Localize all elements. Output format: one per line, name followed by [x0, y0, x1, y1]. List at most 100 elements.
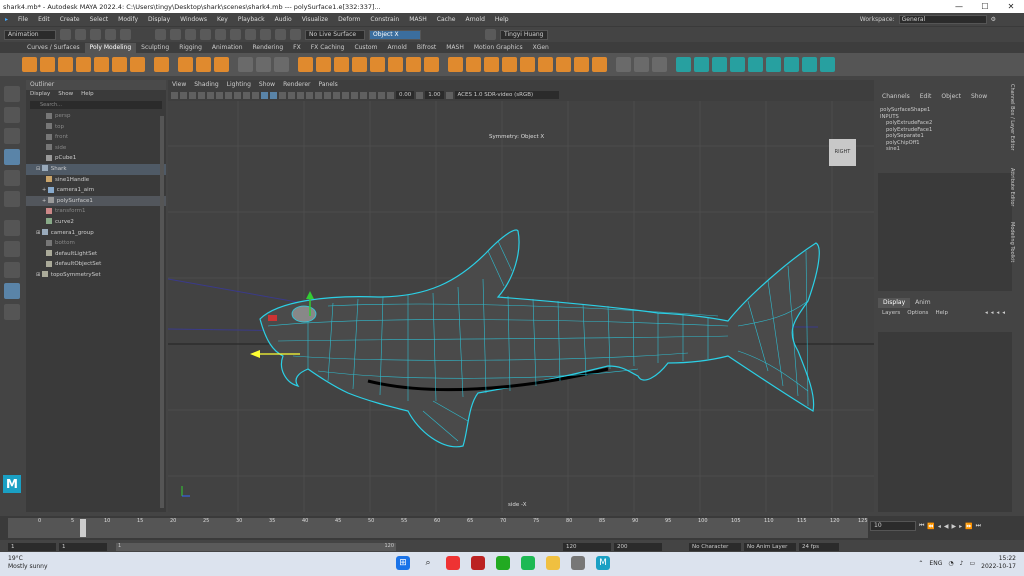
xray-active-icon[interactable]: [378, 91, 385, 99]
paint-select-icon[interactable]: [4, 128, 20, 144]
wireframe-icon[interactable]: [261, 91, 268, 99]
single-view-icon[interactable]: [4, 241, 20, 257]
symmetry-dropdown[interactable]: Object X: [369, 29, 421, 40]
separate-icon[interactable]: [256, 57, 271, 72]
poly-plane-icon[interactable]: [112, 57, 127, 72]
quadrangulate-icon[interactable]: [592, 57, 607, 72]
workspace-dropdown[interactable]: General: [898, 15, 987, 24]
menu-modify[interactable]: Modify: [113, 16, 143, 23]
channelbox-menu-show[interactable]: Show: [971, 91, 987, 103]
shelf-tab-xgen[interactable]: XGen: [528, 43, 554, 53]
range-inner-start-field[interactable]: 1: [59, 542, 107, 551]
time-slider-track[interactable]: 0 5 10 15 20 25 30 35 40 45 50 55 60 65 …: [8, 518, 868, 538]
outliner-layout-icon[interactable]: [4, 283, 20, 299]
menuset-dropdown[interactable]: Animation: [4, 29, 56, 40]
normals-icon[interactable]: [676, 57, 691, 72]
search-icon[interactable]: ⌕: [421, 556, 435, 570]
windows-start-icon[interactable]: ⊞: [396, 556, 410, 570]
menu-help[interactable]: Help: [490, 16, 514, 23]
menu-create[interactable]: Create: [55, 16, 85, 23]
outliner-item[interactable]: ⊟ Shark: [26, 163, 166, 175]
manipulator-z-arrow[interactable]: [250, 350, 260, 358]
shelf-tab-animation[interactable]: Animation: [207, 43, 248, 53]
layer-action-icons[interactable]: ◂◂◂◂: [985, 308, 1008, 318]
shelf-tab-sculpting[interactable]: Sculpting: [136, 43, 174, 53]
insert-edge-loop-icon[interactable]: [634, 57, 649, 72]
menu-select[interactable]: Select: [85, 16, 114, 23]
play-forward-icon[interactable]: ▶: [952, 523, 957, 530]
four-view-icon[interactable]: [4, 262, 20, 278]
outliner-item[interactable]: side: [26, 143, 166, 154]
outliner-item[interactable]: pCube1: [26, 153, 166, 164]
exposure-field[interactable]: 0.00: [396, 91, 415, 99]
shelf-tab-rigging[interactable]: Rigging: [174, 43, 207, 53]
offset-edge-loop-icon[interactable]: [652, 57, 667, 72]
field-chart-icon[interactable]: [234, 91, 241, 99]
shelf-tab-poly-modeling[interactable]: Poly Modeling: [84, 43, 137, 53]
film-gate-icon[interactable]: [207, 91, 214, 99]
move-tool-icon[interactable]: [4, 149, 20, 165]
outliner-item[interactable]: defaultObjectSet: [26, 259, 166, 270]
sweep-mesh-icon[interactable]: [178, 57, 193, 72]
current-time-marker[interactable]: [80, 519, 86, 537]
history-icon[interactable]: [275, 29, 286, 40]
delete-edge-icon[interactable]: [466, 57, 481, 72]
combine-icon[interactable]: [238, 57, 253, 72]
menu-windows[interactable]: Windows: [175, 16, 212, 23]
viewport-menu-show[interactable]: Show: [259, 80, 275, 90]
shelf-tab-fx-caching[interactable]: FX Caching: [306, 43, 350, 53]
shelf-tab-motion-graphics[interactable]: Motion Graphics: [469, 43, 528, 53]
menu-cache[interactable]: Cache: [432, 16, 461, 23]
textured-icon[interactable]: [288, 91, 295, 99]
poke-icon[interactable]: [520, 57, 535, 72]
triangulate-icon[interactable]: [574, 57, 589, 72]
settings-gear-icon[interactable]: [571, 556, 585, 570]
xray-icon[interactable]: [360, 91, 367, 99]
multi-cut-icon[interactable]: [616, 57, 631, 72]
merge-icon[interactable]: [448, 57, 463, 72]
shadows-icon[interactable]: [306, 91, 313, 99]
unfold-uv-icon[interactable]: [820, 57, 835, 72]
cut-uv-icon[interactable]: [802, 57, 817, 72]
step-forward-key-icon[interactable]: ⏩: [965, 523, 972, 530]
planar-map-icon[interactable]: [766, 57, 781, 72]
outliner-item[interactable]: ⊞ camera1_group: [26, 228, 166, 239]
file-explorer-icon[interactable]: [546, 556, 560, 570]
soften-edge-icon[interactable]: [712, 57, 727, 72]
outliner-item[interactable]: curve2: [26, 217, 166, 228]
outliner-item[interactable]: bottom: [26, 238, 166, 249]
menu-audio[interactable]: Audio: [270, 16, 297, 23]
close-button[interactable]: ✕: [998, 2, 1024, 11]
live-surface-field[interactable]: No Live Surface: [305, 29, 365, 40]
anim-end-field[interactable]: 200: [614, 542, 662, 551]
current-frame-field[interactable]: 10: [870, 521, 916, 531]
shelf-tab-curves[interactable]: Curves / Surfaces: [22, 43, 85, 53]
side-tab-modeling-toolkit[interactable]: Modeling Toolkit: [1009, 222, 1015, 262]
input-node[interactable]: sine1: [880, 146, 1012, 153]
use-all-lights-icon[interactable]: [297, 91, 304, 99]
tab-anim-layers[interactable]: Anim: [910, 298, 935, 308]
camera-attributes-icon[interactable]: [171, 91, 178, 99]
minimize-button[interactable]: —: [946, 2, 972, 11]
chrome-icon[interactable]: [446, 556, 460, 570]
character-set-dropdown[interactable]: No Character Set: [689, 542, 741, 558]
anti-aliasing-icon[interactable]: [333, 91, 340, 99]
harden-edge-icon[interactable]: [694, 57, 709, 72]
outliner-item[interactable]: persp: [26, 111, 166, 122]
weather-widget[interactable]: 19°C Mostly sunny: [8, 555, 48, 571]
snap-point-icon[interactable]: [230, 29, 241, 40]
outliner-item[interactable]: sine1Handle: [26, 175, 166, 186]
tray-chevron-icon[interactable]: ⌃: [918, 560, 923, 567]
shelf-tab-mash[interactable]: MASH: [441, 43, 469, 53]
outliner-scrollbar[interactable]: [160, 116, 164, 508]
snap-surface-icon[interactable]: [260, 29, 271, 40]
scene-view[interactable]: [168, 101, 874, 512]
poly-cone-icon[interactable]: [76, 57, 91, 72]
fill-hole-icon[interactable]: [406, 57, 421, 72]
menu-file[interactable]: File: [13, 16, 33, 23]
go-to-start-icon[interactable]: ⏮: [919, 522, 924, 530]
battery-icon[interactable]: ▭: [969, 560, 975, 567]
range-start-field[interactable]: 1: [8, 542, 56, 551]
snap-view-icon[interactable]: [245, 29, 256, 40]
step-back-frame-icon[interactable]: ◂: [938, 523, 941, 530]
